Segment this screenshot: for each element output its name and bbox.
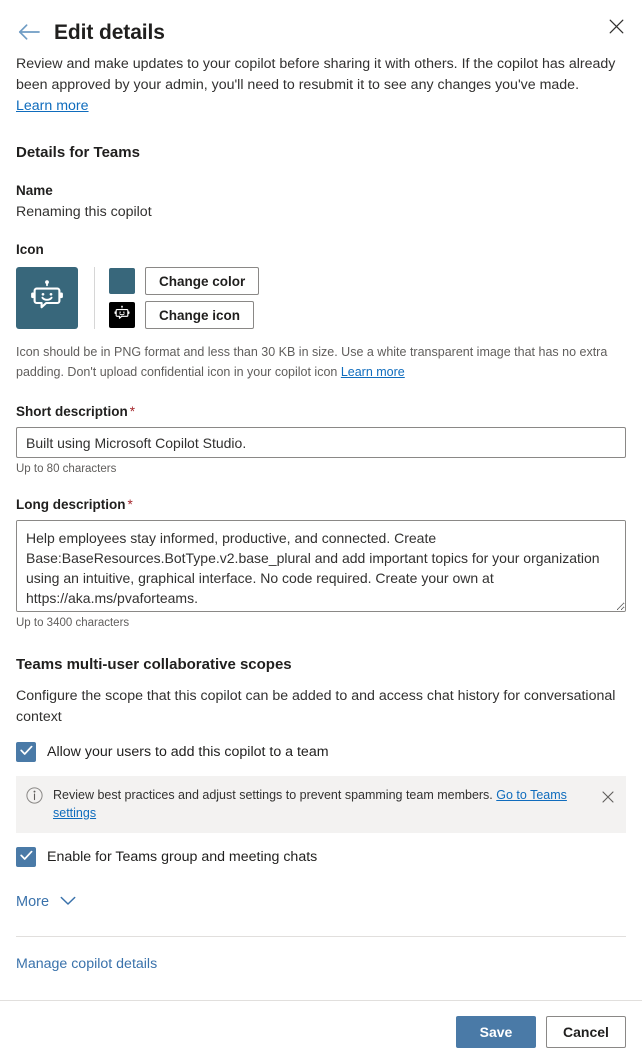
panel-header: Edit details [0,0,642,52]
short-description-label-text: Short description [16,404,128,419]
change-color-button[interactable]: Change color [145,267,260,295]
check-icon [19,848,33,866]
more-toggle-label: More [16,894,50,910]
cancel-button[interactable]: Cancel [546,1016,626,1048]
bot-icon-small [114,305,130,326]
details-section-title: Details for Teams [16,144,140,161]
change-color-row: Change color [109,267,260,295]
edit-details-panel: Edit details Review and make updates to … [0,0,642,1063]
save-button[interactable]: Save [456,1016,536,1048]
intro-paragraph: Review and make updates to your copilot … [16,52,616,117]
icon-row: Change color Change icon [16,267,626,329]
icon-hint: Icon should be in PNG format and less th… [16,342,616,382]
checkbox-allow-add-to-team-label: Allow your users to add this copilot to … [47,744,329,760]
short-description-helper: Up to 80 characters [16,463,117,475]
change-icon-button[interactable]: Change icon [145,301,255,329]
scopes-section-title: Teams multi-user collaborative scopes [16,656,292,673]
scopes-description: Configure the scope that this copilot ca… [16,688,616,725]
short-description-input[interactable] [16,427,626,458]
checkbox-allow-add-to-team[interactable]: Allow your users to add this copilot to … [16,742,626,762]
checkbox-checked-box [16,847,36,867]
page-title: Edit details [54,20,165,44]
intro-text: Review and make updates to your copilot … [16,56,616,93]
long-description-required-marker: * [127,497,133,512]
message-bar-text: Review best practices and adjust setting… [53,786,598,822]
arrow-left-icon [18,24,40,40]
manage-copilot-details-link[interactable]: Manage copilot details [16,956,157,972]
more-toggle[interactable]: More [16,893,76,911]
icon-hint-text: Icon should be in PNG format and less th… [16,345,608,379]
copilot-icon-preview [16,267,78,329]
long-description-helper: Up to 3400 characters [16,617,130,629]
message-bar: Review best practices and adjust setting… [16,776,626,833]
bot-icon [30,279,64,318]
icon-label: Icon [16,242,44,257]
short-description-label: Short description * [16,404,626,419]
change-icon-row: Change icon [109,301,259,329]
back-button[interactable] [14,17,44,47]
panel-body: Review and make updates to your copilot … [0,52,642,1000]
long-description-label: Long description * [16,497,626,512]
long-description-textarea[interactable] [16,520,626,612]
name-value: Renaming this copilot [16,204,152,220]
checkbox-checked-box [16,742,36,762]
close-icon [609,19,624,37]
long-description-label-text: Long description [16,497,126,512]
message-bar-message: Review best practices and adjust setting… [53,788,497,802]
section-divider [16,936,626,937]
color-swatch[interactable] [109,268,135,294]
checkbox-enable-group-chats[interactable]: Enable for Teams group and meeting chats [16,847,626,867]
name-label: Name [16,183,53,198]
checkbox-enable-group-chats-label: Enable for Teams group and meeting chats [47,849,318,865]
check-icon [19,743,33,761]
message-bar-close-button[interactable] [598,788,618,808]
chevron-down-icon [60,893,76,911]
short-description-required-marker: * [129,404,136,419]
icon-divider [94,267,95,329]
info-icon [26,787,43,809]
panel-footer: Save Cancel [0,1000,642,1063]
icon-swatch[interactable] [109,302,135,328]
close-icon [602,790,614,806]
icon-hint-learn-more-link[interactable]: Learn more [341,365,405,379]
icon-controls: Change color Change icon [109,267,260,329]
intro-learn-more-link[interactable]: Learn more [16,98,89,114]
close-panel-button[interactable] [602,14,630,42]
